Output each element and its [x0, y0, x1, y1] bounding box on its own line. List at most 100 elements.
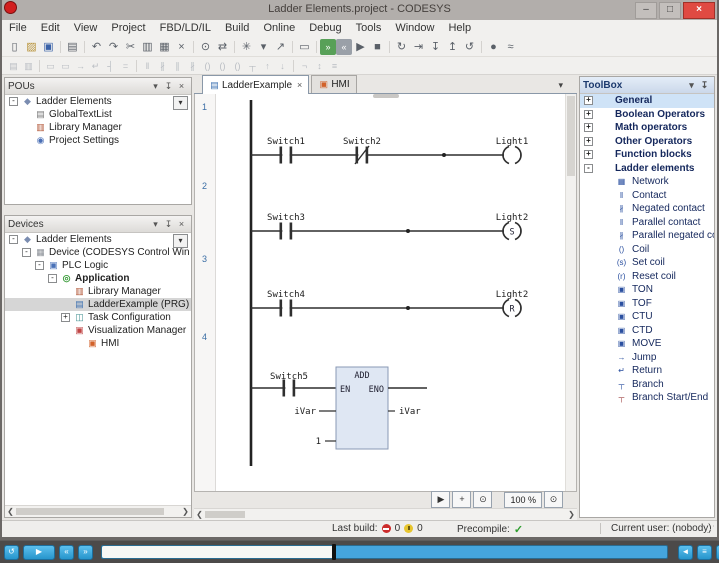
rung-2[interactable]: Switch3 S Light2 [251, 213, 528, 240]
svg-text:Switch4[interactable]: Switch4 [267, 290, 305, 300]
toolbox-entry[interactable]: + Function blocks [580, 148, 714, 162]
svg-text:Switch2[interactable]: Switch2 [343, 137, 381, 147]
editor-vscrollbar[interactable] [565, 94, 576, 491]
menu-item[interactable]: Debug [302, 20, 348, 37]
insert-jump-button[interactable]: → [73, 58, 88, 74]
insert-input-button[interactable]: ┤ [103, 58, 118, 74]
set-coil-light2[interactable]: S Light2 [496, 213, 529, 240]
minimize-button[interactable]: – [635, 2, 657, 19]
find-button[interactable]: ⊙ [197, 39, 214, 55]
scroll-left-icon[interactable]: ❮ [194, 510, 205, 519]
negate-button[interactable]: ¬ [297, 58, 312, 74]
toggle-comment-button[interactable]: ≡ [327, 58, 342, 74]
tree-item[interactable]: ▤ LadderExample (PRG) [5, 298, 191, 311]
tree-item[interactable]: - ▣ PLC Logic [5, 259, 191, 272]
close-button[interactable]: × [683, 2, 715, 19]
toolbox-entry[interactable]: ▣ CTU [580, 310, 714, 324]
cut-button[interactable]: ✂ [122, 39, 139, 55]
insert-parallel-contact-button[interactable]: ∥ [170, 58, 185, 74]
insert-contact-button[interactable]: ‖ [140, 58, 155, 74]
toolbox-entry[interactable]: ▣ CTD [580, 324, 714, 338]
toolbox-entry[interactable]: ▦ Network [580, 175, 714, 189]
play-button[interactable]: ▶ [23, 545, 55, 560]
run-button[interactable]: ▶ [352, 39, 369, 55]
insert-return-button[interactable]: ↵ [88, 58, 103, 74]
expander-icon[interactable]: + [584, 96, 593, 105]
network-number[interactable]: 1 [202, 102, 207, 112]
insert-parallel-negated-contact-button[interactable]: ∦ [185, 58, 200, 74]
svg-text:Light1[interactable]: Light1 [496, 137, 529, 147]
copy-button[interactable]: ▥ [139, 39, 156, 55]
scroll-thumb[interactable] [16, 508, 164, 515]
dock-menu-button[interactable]: ▾ [685, 80, 698, 91]
network-number[interactable]: 2 [202, 181, 207, 191]
edge-detection-button[interactable]: ↕ [312, 58, 327, 74]
toolbox-entry[interactable]: + General [580, 94, 714, 108]
scroll-thumb[interactable] [205, 511, 245, 518]
toolbox-entry[interactable]: () Coil [580, 243, 714, 257]
select-tool-button[interactable]: ▶ [431, 491, 450, 508]
tree-item[interactable]: - ◎ Application [5, 272, 191, 285]
toolbox-entry[interactable]: ∦ Parallel negated contact [580, 229, 714, 243]
logout-button[interactable]: « [336, 39, 352, 55]
auto-hide-pin-button[interactable]: ↧ [162, 219, 175, 230]
reset-warm-button[interactable]: ↺ [461, 39, 478, 55]
insert-box-button[interactable]: ▭ [43, 58, 58, 74]
stop-button[interactable]: ■ [369, 39, 386, 55]
pous-panel-header[interactable]: POUs ▾↧× [5, 78, 191, 95]
new-file-button[interactable]: ▯ [6, 39, 23, 55]
contact-switch1[interactable]: Switch1 [267, 137, 305, 164]
insert-branch-button[interactable]: ┬ [245, 58, 260, 74]
network-number[interactable]: 4 [202, 332, 207, 342]
devices-panel-header[interactable]: Devices ▾↧× [5, 216, 191, 233]
tree-item[interactable]: - ▦ Device (CODESYS Control Win V3) [5, 246, 191, 259]
add-function-block[interactable]: ADD EN ENO iVar 1 iVar [294, 367, 427, 449]
scroll-left-icon[interactable]: ❮ [5, 507, 16, 516]
rung-3[interactable]: Switch4 R Light2 [251, 290, 528, 317]
falling-edge-button[interactable]: ↓ [275, 58, 290, 74]
toolbox-entry[interactable]: → Jump [580, 351, 714, 365]
insert-negated-contact-button[interactable]: ∦ [155, 58, 170, 74]
playhead[interactable] [332, 544, 336, 560]
tab-list-dropdown[interactable]: ▾ [558, 80, 563, 91]
tree-item[interactable]: ▣ Visualization Manager [5, 324, 191, 337]
toggle-breakpoint-button[interactable]: ● [485, 39, 502, 55]
step-back-button[interactable]: « [59, 545, 74, 560]
single-cycle-button[interactable]: ↻ [393, 39, 410, 55]
toolbox-entry[interactable]: ‖ Contact [580, 189, 714, 203]
magnifier-tool-button[interactable]: ⊙ [473, 491, 492, 508]
editor-tab[interactable]: ▣ HMI [311, 75, 356, 93]
insert-network-below-button[interactable]: ▥ [21, 58, 36, 74]
step-into-button[interactable]: ↧ [427, 39, 444, 55]
tree-item[interactable]: - ◆ Ladder Elements [5, 95, 191, 108]
seek-bar[interactable] [101, 545, 668, 559]
tree-item[interactable]: - ◆ Ladder Elements [5, 233, 191, 246]
expander-icon[interactable]: + [61, 313, 70, 322]
contact-switch3[interactable]: Switch3 [267, 213, 305, 240]
coil-light1[interactable]: Light1 [496, 137, 529, 164]
open-project-button[interactable]: ▨ [23, 39, 40, 55]
compile-button[interactable]: ✳ [238, 39, 255, 55]
toolbox-entry[interactable]: + Boolean Operators [580, 108, 714, 122]
insert-coil-button[interactable]: () [200, 58, 215, 74]
editor-tab[interactable]: ▤ LadderExample × [202, 75, 309, 94]
export-button[interactable]: ↗ [272, 39, 289, 55]
expander-icon[interactable]: + [584, 150, 593, 159]
expander-icon[interactable]: - [35, 261, 44, 270]
declaration-splitter[interactable] [373, 94, 399, 98]
menu-item[interactable]: Tools [349, 20, 389, 37]
expander-icon[interactable]: + [584, 123, 593, 132]
redo-button[interactable]: ↷ [105, 39, 122, 55]
contact-switch4[interactable]: Switch4 [267, 290, 305, 317]
insert-network-button[interactable]: ▤ [6, 58, 21, 74]
fb-input-operand[interactable]: 1 [316, 437, 321, 447]
pan-tool-button[interactable]: + [452, 491, 471, 508]
menu-item[interactable]: FBD/LD/IL [153, 20, 218, 37]
toolbox-entry[interactable]: - Ladder elements [580, 162, 714, 176]
dock-menu-button[interactable]: ▾ [149, 219, 162, 230]
restart-button[interactable]: ↺ [4, 545, 19, 560]
auto-hide-pin-button[interactable]: ↧ [162, 81, 175, 92]
expander-icon[interactable]: - [9, 97, 18, 106]
print-button[interactable]: ▤ [64, 39, 81, 55]
close-panel-button[interactable]: × [175, 219, 188, 230]
